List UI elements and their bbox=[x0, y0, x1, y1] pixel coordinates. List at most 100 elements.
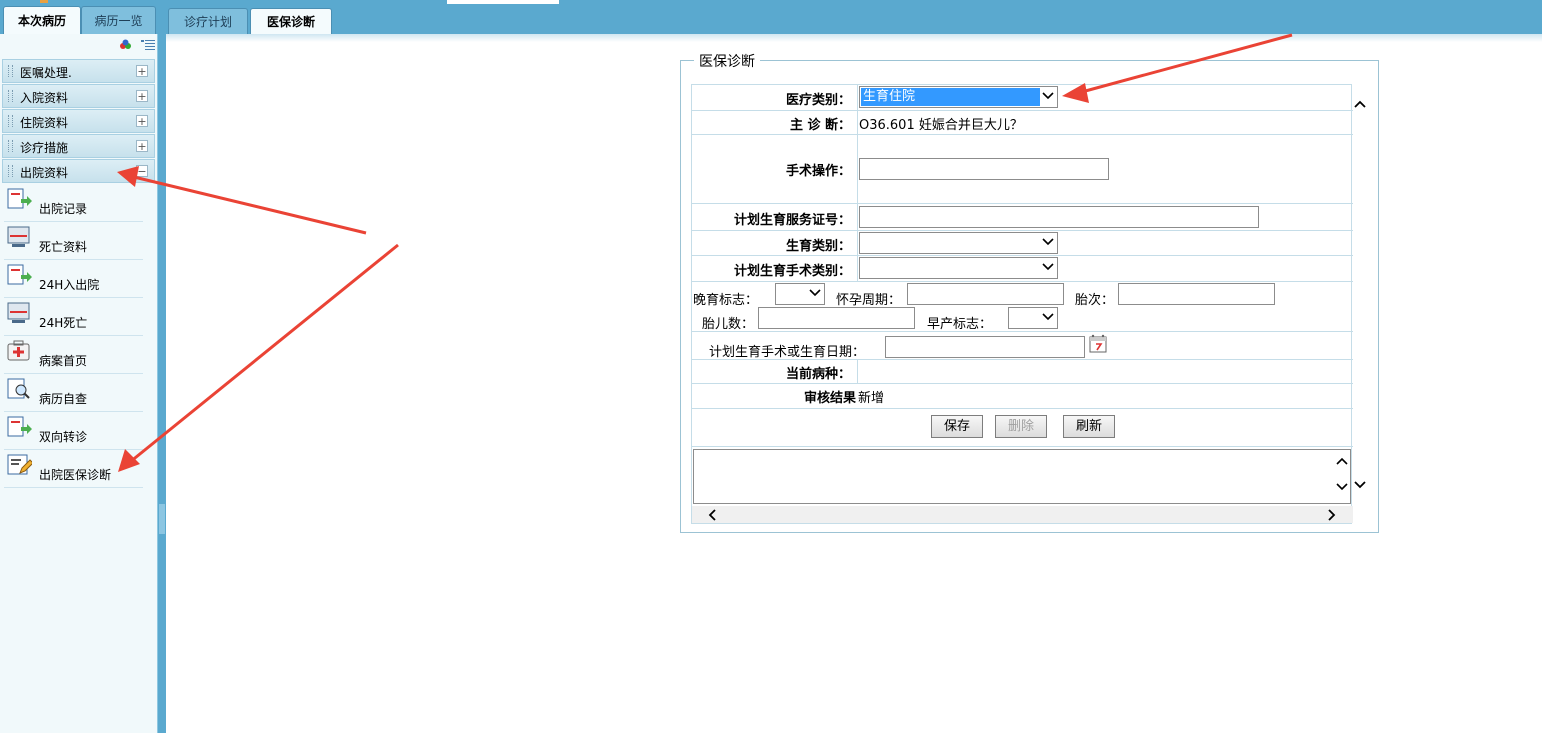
chevron-down-icon bbox=[1042, 238, 1054, 246]
tab-treatment-plan[interactable]: 诊疗计划 bbox=[168, 8, 248, 34]
birth-type-select[interactable] bbox=[859, 232, 1058, 254]
plan-cert-label: 计划生育服务证号： bbox=[733, 213, 851, 228]
pregnancy-weeks-label: 怀孕周期： bbox=[836, 293, 902, 308]
top-chip bbox=[447, 0, 559, 4]
row-notes bbox=[692, 446, 1353, 504]
collapse-icon[interactable]: − bbox=[136, 165, 148, 177]
sidebar-item-label: 出院记录 bbox=[39, 202, 88, 216]
cell-divider bbox=[857, 85, 858, 110]
document-arrow-icon bbox=[7, 416, 32, 437]
plan-surgery-type-select[interactable] bbox=[859, 257, 1058, 279]
row-plan-cert: 计划生育服务证号： bbox=[692, 203, 1353, 230]
scroll-down-icon[interactable] bbox=[1353, 478, 1367, 490]
surgery-label: 手术操作： bbox=[785, 164, 851, 179]
section-label: 医嘱处理. bbox=[20, 66, 72, 80]
chevron-down-icon bbox=[1042, 313, 1054, 321]
list-icon[interactable] bbox=[141, 39, 155, 51]
grip-icon bbox=[8, 65, 13, 77]
grip-icon bbox=[8, 140, 13, 152]
plan-date-label: 计划生育手术或生育日期： bbox=[709, 345, 866, 360]
row-current-disease: 当前病种： bbox=[692, 359, 1353, 383]
row-main-diagnosis: 主 诊 断： O36.601 妊娠合并巨大儿？ bbox=[692, 110, 1353, 134]
row-audit-result: 审核结果 新增 bbox=[692, 383, 1353, 408]
sidebar-item-death-record[interactable]: 死亡资料 bbox=[4, 222, 143, 260]
section-label: 出院资料 bbox=[20, 166, 69, 180]
audit-result-value: 新增 bbox=[858, 391, 885, 406]
scroll-right-icon[interactable] bbox=[1325, 509, 1337, 521]
grip-icon bbox=[8, 165, 13, 177]
cell-divider bbox=[857, 231, 858, 255]
expand-icon[interactable]: + bbox=[136, 140, 148, 152]
notes-textarea[interactable] bbox=[693, 449, 1351, 504]
horizontal-scrollbar[interactable] bbox=[692, 506, 1353, 523]
grip-icon bbox=[8, 90, 13, 102]
medical-type-value: 生育住院 bbox=[861, 88, 1040, 106]
sidebar-item-self-check[interactable]: 病历自查 bbox=[4, 374, 143, 412]
late-birth-label: 晚育标志： bbox=[693, 293, 759, 308]
tab-insurance-diagnosis[interactable]: 医保诊断 bbox=[250, 8, 332, 34]
expand-icon[interactable]: + bbox=[136, 90, 148, 102]
delete-button[interactable]: 删除 bbox=[995, 415, 1047, 438]
cell-divider bbox=[857, 360, 858, 383]
fieldset-legend: 医保诊断 bbox=[694, 51, 760, 71]
row-surgery: 手术操作： bbox=[692, 134, 1353, 203]
section-label: 住院资料 bbox=[20, 116, 69, 130]
parity-input[interactable] bbox=[1118, 283, 1275, 305]
sidebar-item-discharge-insurance-diagnosis[interactable]: 出院医保诊断 bbox=[4, 450, 143, 488]
fetus-count-label: 胎儿数： bbox=[702, 317, 755, 332]
sidebar-item-24h-death[interactable]: 24H死亡 bbox=[4, 298, 143, 336]
tab-record-list[interactable]: 病历一览 bbox=[81, 6, 156, 34]
sidebar: 医嘱处理. + 入院资料 + 住院资料 + 诊疗措施 + 出院资料 − 出院记录 死亡资料… bbox=[0, 34, 158, 733]
tab-current-record[interactable]: 本次病历 bbox=[3, 6, 81, 34]
sidebar-section-admission[interactable]: 入院资料 + bbox=[2, 84, 155, 108]
row-medical-type: 医疗类别： 生育住院 bbox=[692, 85, 1353, 110]
sidebar-item-referral[interactable]: 双向转诊 bbox=[4, 412, 143, 450]
premature-select[interactable] bbox=[1008, 307, 1058, 329]
monitor-icon bbox=[7, 226, 30, 247]
sidebar-item-label: 死亡资料 bbox=[39, 240, 88, 254]
scroll-up-icon[interactable] bbox=[1353, 99, 1367, 111]
cell-divider bbox=[857, 135, 858, 203]
splitter-handle[interactable] bbox=[159, 504, 165, 534]
scroll-down-icon[interactable] bbox=[1336, 480, 1348, 492]
section-label: 入院资料 bbox=[20, 91, 69, 105]
calendar-icon[interactable] bbox=[1089, 334, 1109, 354]
sidebar-section-inpatient[interactable]: 住院资料 + bbox=[2, 109, 155, 133]
expand-icon[interactable]: + bbox=[136, 115, 148, 127]
expand-icon[interactable]: + bbox=[136, 65, 148, 77]
sidebar-item-label: 出院医保诊断 bbox=[39, 468, 112, 482]
cell-divider bbox=[857, 256, 858, 281]
row-buttons: 保存 删除 刷新 bbox=[692, 408, 1353, 446]
sidebar-section-discharge[interactable]: 出院资料 − bbox=[2, 159, 155, 183]
refresh-button[interactable]: 刷新 bbox=[1063, 415, 1115, 438]
row-birth-details: 晚育标志： 怀孕周期： 胎次： 胎儿数： 早产标志： bbox=[692, 281, 1353, 332]
sidebar-item-label: 病历自查 bbox=[39, 392, 88, 406]
sidebar-section-orders[interactable]: 医嘱处理. + bbox=[2, 59, 155, 83]
sidebar-item-24h-admission[interactable]: 24H入出院 bbox=[4, 260, 143, 298]
surgery-input[interactable] bbox=[859, 158, 1109, 180]
plan-surgery-type-label: 计划生育手术类别： bbox=[733, 264, 851, 279]
sidebar-item-case-homepage[interactable]: 病案首页 bbox=[4, 336, 143, 374]
scroll-up-icon[interactable] bbox=[1336, 456, 1348, 468]
parity-label: 胎次： bbox=[1075, 293, 1115, 308]
medical-type-label: 医疗类别： bbox=[785, 93, 851, 108]
plan-date-input[interactable] bbox=[885, 336, 1085, 358]
medical-type-select[interactable]: 生育住院 bbox=[859, 86, 1058, 108]
sidebar-item-discharge-record[interactable]: 出院记录 bbox=[4, 184, 143, 222]
save-button[interactable]: 保存 bbox=[931, 415, 983, 438]
grip-icon bbox=[8, 115, 13, 127]
scroll-left-icon[interactable] bbox=[707, 509, 719, 521]
panel-splitter[interactable] bbox=[158, 34, 166, 733]
edit-document-icon bbox=[7, 454, 32, 475]
monitor-icon bbox=[7, 302, 30, 323]
insurance-form: 医疗类别： 生育住院 主 诊 断： O36.601 妊娠合并巨大儿？ 手术操作：… bbox=[691, 84, 1353, 524]
main-diagnosis-label: 主 诊 断： bbox=[789, 118, 851, 133]
color-palette-icon[interactable] bbox=[119, 39, 133, 51]
sidebar-toolbar bbox=[0, 34, 157, 56]
sidebar-section-treatment[interactable]: 诊疗措施 + bbox=[2, 134, 155, 158]
late-birth-select[interactable] bbox=[775, 283, 825, 305]
pregnancy-weeks-input[interactable] bbox=[907, 283, 1064, 305]
plan-cert-input[interactable] bbox=[859, 206, 1259, 228]
fetus-count-input[interactable] bbox=[758, 307, 915, 329]
document-arrow-icon bbox=[7, 188, 32, 209]
